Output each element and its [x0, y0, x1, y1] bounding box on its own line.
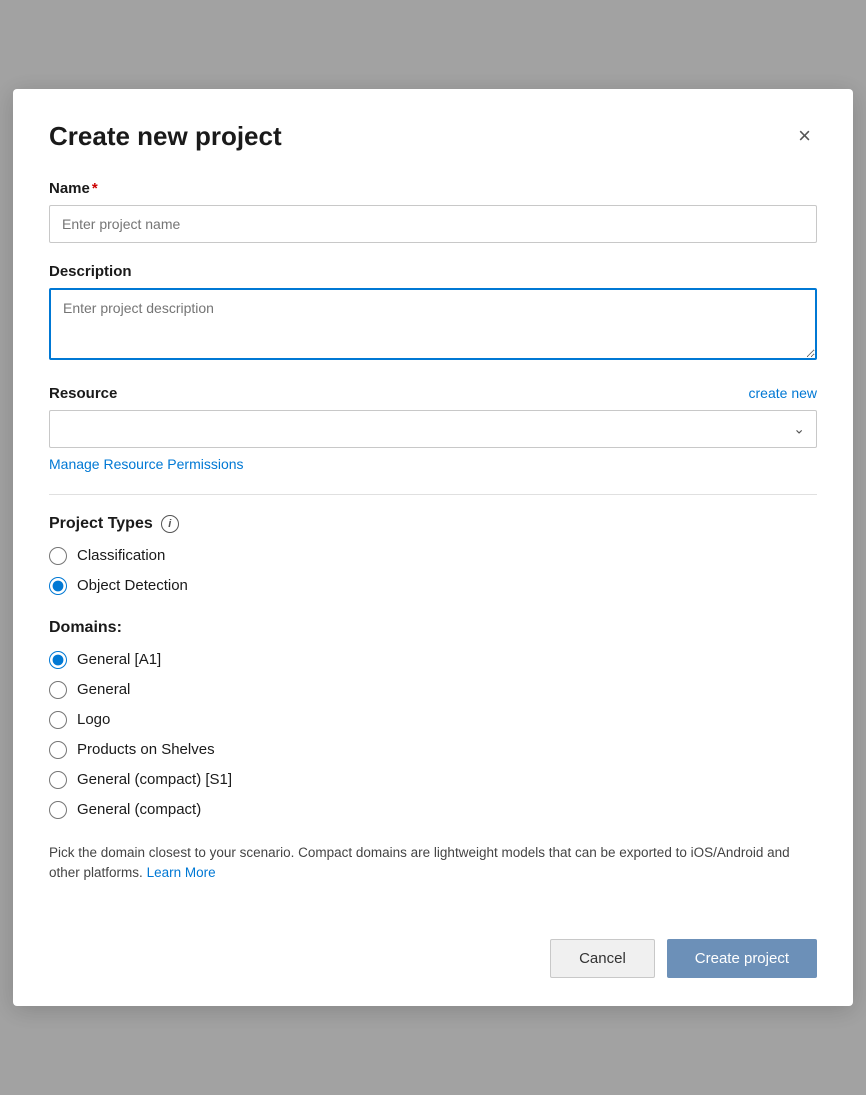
close-button[interactable]: ×	[792, 121, 817, 151]
radio-logo[interactable]: Logo	[49, 711, 817, 729]
radio-general-compact[interactable]: General (compact)	[49, 801, 817, 819]
project-type-radio-group: Classification Object Detection	[49, 547, 817, 595]
radio-products-on-shelves[interactable]: Products on Shelves	[49, 741, 817, 759]
resource-header: Resource create new	[49, 385, 817, 402]
description-field-group: Description	[49, 263, 817, 365]
domains-section: Domains: General [A1] General Logo Produ…	[49, 619, 817, 884]
modal-header: Create new project ×	[49, 121, 817, 152]
manage-permissions-link[interactable]: Manage Resource Permissions	[49, 456, 244, 472]
radio-general-a1[interactable]: General [A1]	[49, 651, 817, 669]
radio-general-input[interactable]	[49, 681, 67, 699]
radio-object-detection-input[interactable]	[49, 577, 67, 595]
description-label: Description	[49, 263, 817, 280]
radio-general-label: General	[77, 681, 130, 698]
learn-more-link[interactable]: Learn More	[147, 865, 216, 880]
cancel-button[interactable]: Cancel	[550, 939, 655, 978]
resource-field-group: Resource create new ⌄ Manage Resource Pe…	[49, 385, 817, 474]
resource-label: Resource	[49, 385, 117, 402]
radio-general[interactable]: General	[49, 681, 817, 699]
resource-select-wrapper: ⌄	[49, 410, 817, 448]
create-project-modal: Create new project × Name* Description R…	[13, 89, 853, 1007]
create-project-button[interactable]: Create project	[667, 939, 817, 978]
radio-classification-label: Classification	[77, 547, 165, 564]
divider	[49, 494, 817, 495]
modal-overlay: Create new project × Name* Description R…	[0, 0, 866, 1095]
resource-select[interactable]	[49, 410, 817, 448]
radio-classification-input[interactable]	[49, 547, 67, 565]
radio-general-compact-s1[interactable]: General (compact) [S1]	[49, 771, 817, 789]
radio-general-a1-input[interactable]	[49, 651, 67, 669]
description-input[interactable]	[49, 288, 817, 360]
modal-footer: Cancel Create project	[49, 923, 817, 978]
hint-text: Pick the domain closest to your scenario…	[49, 843, 817, 884]
domain-radio-group: General [A1] General Logo Products on Sh…	[49, 651, 817, 819]
name-label: Name*	[49, 180, 817, 197]
project-types-group: Project Types i Classification Object De…	[49, 515, 817, 595]
radio-general-compact-label: General (compact)	[77, 801, 201, 818]
radio-general-compact-input[interactable]	[49, 801, 67, 819]
create-new-link[interactable]: create new	[749, 385, 817, 401]
radio-logo-label: Logo	[77, 711, 110, 728]
domains-label: Domains:	[49, 619, 817, 637]
info-icon[interactable]: i	[161, 515, 179, 533]
radio-general-compact-s1-input[interactable]	[49, 771, 67, 789]
project-name-input[interactable]	[49, 205, 817, 243]
radio-logo-input[interactable]	[49, 711, 67, 729]
radio-products-on-shelves-label: Products on Shelves	[77, 741, 215, 758]
name-field-group: Name*	[49, 180, 817, 243]
radio-general-compact-s1-label: General (compact) [S1]	[77, 771, 232, 788]
radio-classification[interactable]: Classification	[49, 547, 817, 565]
radio-general-a1-label: General [A1]	[77, 651, 161, 668]
modal-title: Create new project	[49, 121, 282, 152]
required-indicator: *	[92, 180, 98, 197]
radio-object-detection[interactable]: Object Detection	[49, 577, 817, 595]
project-types-section-title: Project Types i	[49, 515, 817, 533]
radio-products-on-shelves-input[interactable]	[49, 741, 67, 759]
radio-object-detection-label: Object Detection	[77, 577, 188, 594]
